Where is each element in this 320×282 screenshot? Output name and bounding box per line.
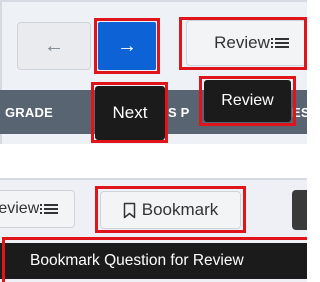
bookmark-button-label: Bookmark xyxy=(141,200,219,219)
bookmark-tooltip-text: Bookmark Question for Review xyxy=(30,252,244,269)
review-partial-label: Review xyxy=(0,200,40,217)
arrow-left-icon: ← xyxy=(44,35,64,57)
review-tooltip-text: Review xyxy=(221,92,274,109)
bookmark-tooltip: Bookmark Question for Review xyxy=(0,243,307,279)
review-button[interactable]: Review xyxy=(186,20,307,66)
header-strip-fragment: S P xyxy=(168,105,190,120)
header-strip-fragment-2: ES xyxy=(292,105,307,120)
top-snippet: ← → Review GRADE S P ES Next Review xyxy=(0,0,307,144)
review-tooltip: Review xyxy=(204,80,291,122)
previous-button[interactable]: ← xyxy=(17,22,91,70)
arrow-right-icon: → xyxy=(117,35,137,57)
next-tooltip: Next xyxy=(95,86,165,140)
next-toolbar-button-partial[interactable] xyxy=(292,190,307,230)
review-button-partial[interactable]: Review xyxy=(0,190,75,228)
list-icon xyxy=(40,203,58,215)
bookmark-icon xyxy=(123,202,135,218)
list-icon xyxy=(270,37,289,49)
header-strip-text: GRADE xyxy=(5,105,53,120)
bottom-snippet-border xyxy=(0,178,307,180)
review-button-label: Review xyxy=(214,33,270,52)
next-button[interactable]: → xyxy=(98,22,156,70)
next-tooltip-text: Next xyxy=(112,103,148,122)
top-border xyxy=(0,0,307,2)
bookmark-button[interactable]: Bookmark xyxy=(100,191,241,229)
